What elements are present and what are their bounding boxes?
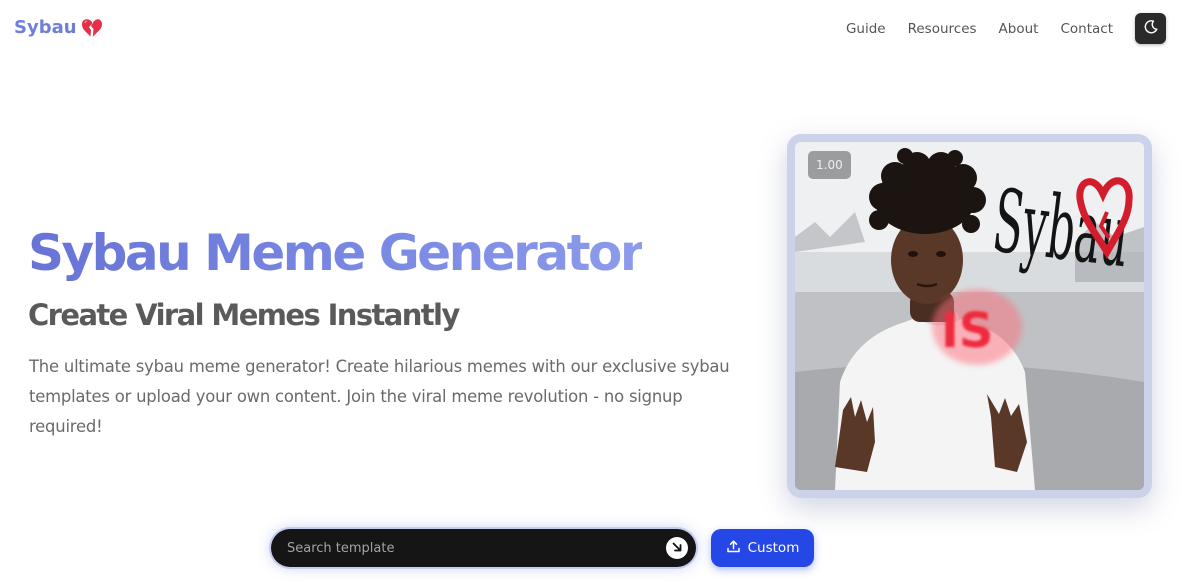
search-submit-button[interactable]: [666, 537, 688, 559]
broken-heart-icon: [81, 18, 103, 38]
theme-toggle-button[interactable]: [1135, 13, 1166, 44]
search-input[interactable]: [271, 529, 666, 567]
nav-resources[interactable]: Resources: [908, 21, 977, 37]
nav-contact[interactable]: Contact: [1060, 21, 1113, 37]
scale-badge: 1.00: [808, 151, 851, 179]
site-header: Sybau Guide Resources About Contact: [0, 0, 1200, 58]
site-logo[interactable]: Sybau: [14, 17, 103, 38]
nav-guide[interactable]: Guide: [846, 21, 886, 37]
page: Sybau Guide Resources About Contact Syba…: [0, 0, 1200, 582]
hero-description: The ultimate sybau meme generator! Creat…: [29, 357, 730, 436]
meme-image[interactable]: IS Sybau 1.00: [795, 142, 1144, 490]
moon-icon: [1143, 19, 1159, 38]
upload-icon: [726, 539, 741, 557]
custom-upload-button[interactable]: Custom: [711, 529, 814, 567]
arrow-down-right-icon: [671, 541, 683, 556]
hero-title: Sybau Meme Generator: [28, 224, 645, 282]
meme-text-sybau: Sybau: [988, 171, 1135, 288]
custom-button-label: Custom: [747, 540, 800, 556]
meme-illustration: IS Sybau: [795, 142, 1144, 490]
hero-subtitle: Create Viral Memes Instantly: [28, 298, 460, 332]
template-search-bar: [271, 529, 696, 567]
logo-text: Sybau: [14, 17, 77, 38]
meme-preview-card: IS Sybau 1.00: [787, 134, 1152, 498]
main-nav: Guide Resources About Contact: [846, 13, 1166, 44]
nav-about[interactable]: About: [999, 21, 1039, 37]
meme-text-is: IS: [941, 303, 993, 359]
